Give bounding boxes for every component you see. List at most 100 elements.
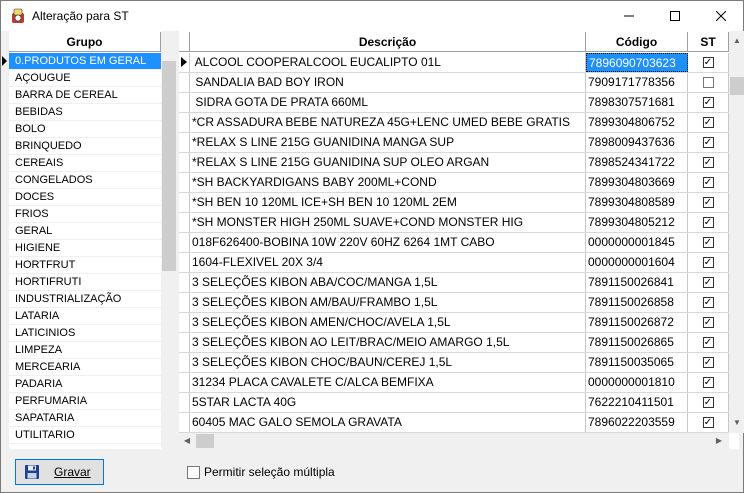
grupo-item[interactable]: GERAL xyxy=(9,223,161,240)
minimize-button[interactable] xyxy=(606,1,652,31)
st-checkbox-unchecked[interactable] xyxy=(702,77,714,88)
cell-codigo[interactable]: 7891150026865 xyxy=(586,333,688,352)
st-checkbox-checked[interactable]: ✓ xyxy=(702,217,714,228)
cell-descricao[interactable]: 018F626400-BOBINA 10W 220V 60HZ 6264 1MT… xyxy=(190,233,586,252)
scroll-right-icon[interactable]: ▶ xyxy=(711,433,727,449)
multi-select-checkbox[interactable]: Permitir seleção múltipla xyxy=(187,465,335,479)
cell-codigo[interactable]: 7891150035065 xyxy=(586,353,688,372)
cell-codigo[interactable]: 7899304806752 xyxy=(586,113,688,132)
table-row[interactable]: 31234 PLACA CAVALETE C/ALCA BEMFIXA 00000… xyxy=(179,373,729,393)
grupo-item[interactable]: PADARIA xyxy=(9,376,161,393)
grupo-item[interactable]: HIGIENE xyxy=(9,240,161,257)
st-checkbox-checked[interactable]: ✓ xyxy=(702,397,714,408)
st-checkbox-checked[interactable]: ✓ xyxy=(702,117,714,128)
cell-codigo[interactable]: 7896090703623 xyxy=(586,53,688,72)
cell-codigo[interactable]: 7898524341722 xyxy=(586,153,688,172)
cell-descricao[interactable]: 3 SELEÇÕES KIBON CHOC/BAUN/CEREJ 1,5L xyxy=(190,353,586,372)
cell-descricao[interactable]: ALCOOL COOPERALCOOL EUCALIPTO 01L xyxy=(190,53,586,72)
st-checkbox-checked[interactable]: ✓ xyxy=(702,297,714,308)
table-row[interactable]: *CR ASSADURA BEBE NATUREZA 45G+LENC UMED… xyxy=(179,113,729,133)
grupo-item[interactable]: HORTIFRUTI xyxy=(9,274,161,291)
table-row[interactable]: *RELAX S LINE 215G GUANIDINA MANGA SUP 78… xyxy=(179,133,729,153)
cell-codigo[interactable]: 7896022203559 xyxy=(586,413,688,432)
cell-descricao[interactable]: SIDRA GOTA DE PRATA 660ML xyxy=(190,93,586,112)
cell-codigo[interactable]: 7909171778356 xyxy=(586,73,688,92)
grupo-item[interactable]: UTILITARIO xyxy=(9,427,161,444)
cell-descricao[interactable]: *SH BACKYARDIGANS BABY 200ML+COND xyxy=(190,173,586,192)
cell-descricao[interactable]: 60405 MAC GALO SEMOLA GRAVATA xyxy=(190,413,586,432)
cell-descricao[interactable]: *RELAX S LINE 215G GUANIDINA MANGA SUP xyxy=(190,133,586,152)
grupo-item[interactable]: BEBIDAS xyxy=(9,104,161,121)
grupo-item[interactable]: PERFUMARIA xyxy=(9,393,161,410)
cell-codigo[interactable]: 7891150026841 xyxy=(586,273,688,292)
st-checkbox-checked[interactable]: ✓ xyxy=(702,57,714,68)
table-row[interactable]: ALCOOL COOPERALCOOL EUCALIPTO 01L 7896090… xyxy=(179,53,729,73)
table-row[interactable]: SANDALIA BAD BOY IRON 7909171778356 xyxy=(179,73,729,93)
cell-descricao[interactable]: 31234 PLACA CAVALETE C/ALCA BEMFIXA xyxy=(190,373,586,392)
cell-descricao[interactable]: *SH MONSTER HIGH 250ML SUAVE+COND MONSTE… xyxy=(190,213,586,232)
grupo-item[interactable]: BRINQUEDO xyxy=(9,138,161,155)
st-checkbox-checked[interactable]: ✓ xyxy=(702,357,714,368)
table-row[interactable]: SIDRA GOTA DE PRATA 660ML 7898307571681 ✓ xyxy=(179,93,729,113)
cell-descricao[interactable]: SANDALIA BAD BOY IRON xyxy=(190,73,586,92)
cell-codigo[interactable]: 7891150026872 xyxy=(586,313,688,332)
grupo-scrollbar[interactable] xyxy=(161,31,177,449)
table-row[interactable]: *SH BACKYARDIGANS BABY 200ML+COND 7899304… xyxy=(179,173,729,193)
table-row[interactable]: *SH MONSTER HIGH 250ML SUAVE+COND MONSTE… xyxy=(179,213,729,233)
grid-hscroll-thumb[interactable] xyxy=(196,434,214,448)
cell-codigo[interactable]: 7899304808589 xyxy=(586,193,688,212)
table-row[interactable]: 018F626400-BOBINA 10W 220V 60HZ 6264 1MT… xyxy=(179,233,729,253)
header-codigo[interactable]: Código xyxy=(586,32,688,51)
st-checkbox-checked[interactable]: ✓ xyxy=(702,337,714,348)
table-row[interactable]: 3 SELEÇÕES KIBON CHOC/BAUN/CEREJ 1,5L 789… xyxy=(179,353,729,373)
grupo-item[interactable]: LATICINIOS xyxy=(9,325,161,342)
grupo-scroll-thumb[interactable] xyxy=(162,61,176,271)
st-checkbox-checked[interactable]: ✓ xyxy=(702,97,714,108)
table-row[interactable]: 1604-FLEXIVEL 20X 3/4 0000000001604 ✓ xyxy=(179,253,729,273)
cell-codigo[interactable]: 0000000001810 xyxy=(586,373,688,392)
cell-descricao[interactable]: *CR ASSADURA BEBE NATUREZA 45G+LENC UMED… xyxy=(190,113,586,132)
st-checkbox-checked[interactable]: ✓ xyxy=(702,157,714,168)
grupo-item[interactable]: MERCEARIA xyxy=(9,359,161,376)
grupo-item[interactable]: BARRA DE CEREAL xyxy=(9,87,161,104)
cell-codigo[interactable]: 7899304803669 xyxy=(586,173,688,192)
grid-vertical-scrollbar[interactable]: ▲ ▼ xyxy=(729,31,744,433)
grupo-item[interactable]: CEREAIS xyxy=(9,155,161,172)
grupo-item[interactable]: BOLO xyxy=(9,121,161,138)
grupo-item[interactable]: FRIOS xyxy=(9,206,161,223)
cell-descricao[interactable]: 3 SELEÇÕES KIBON ABA/COC/MANGA 1,5L xyxy=(190,273,586,292)
st-checkbox-checked[interactable]: ✓ xyxy=(702,197,714,208)
grupo-item[interactable]: HORTFRUT xyxy=(9,257,161,274)
grupo-item[interactable]: 0.PRODUTOS EM GERAL xyxy=(9,53,161,70)
grupo-item[interactable]: DOCES xyxy=(9,189,161,206)
st-checkbox-checked[interactable]: ✓ xyxy=(702,377,714,388)
header-descricao[interactable]: Descrição xyxy=(190,32,586,51)
st-checkbox-checked[interactable]: ✓ xyxy=(702,317,714,328)
grupo-item[interactable]: AÇOUGUE xyxy=(9,70,161,87)
cell-codigo[interactable]: 0000000001845 xyxy=(586,233,688,252)
gravar-button[interactable]: Gravar xyxy=(15,459,104,485)
table-row[interactable]: 5STAR LACTA 40G 7622210411501 ✓ xyxy=(179,393,729,413)
cell-descricao[interactable]: 5STAR LACTA 40G xyxy=(190,393,586,412)
grid-horizontal-scrollbar[interactable]: ◀ ▶ xyxy=(179,433,729,449)
grupo-item[interactable]: SAPATARIA xyxy=(9,410,161,427)
cell-codigo[interactable]: 7899304805212 xyxy=(586,213,688,232)
maximize-button[interactable] xyxy=(652,1,698,31)
grid-vscroll-thumb[interactable] xyxy=(730,77,744,95)
scroll-down-icon[interactable]: ▼ xyxy=(729,415,744,431)
st-checkbox-checked[interactable]: ✓ xyxy=(702,417,714,428)
cell-descricao[interactable]: 1604-FLEXIVEL 20X 3/4 xyxy=(190,253,586,272)
cell-codigo[interactable]: 7891150026858 xyxy=(586,293,688,312)
cell-codigo[interactable]: 7898009437636 xyxy=(586,133,688,152)
cell-descricao[interactable]: 3 SELEÇÕES KIBON AO LEIT/BRAC/MEIO AMARG… xyxy=(190,333,586,352)
st-checkbox-checked[interactable]: ✓ xyxy=(702,237,714,248)
cell-codigo[interactable]: 7898307571681 xyxy=(586,93,688,112)
multi-select-box[interactable] xyxy=(187,465,200,479)
table-row[interactable]: 3 SELEÇÕES KIBON ABA/COC/MANGA 1,5L 78911… xyxy=(179,273,729,293)
st-checkbox-checked[interactable]: ✓ xyxy=(702,177,714,188)
cell-descricao[interactable]: *SH BEN 10 120ML ICE+SH BEN 10 120ML 2EM xyxy=(190,193,586,212)
cell-codigo[interactable]: 0000000001604 xyxy=(586,253,688,272)
table-row[interactable]: *SH BEN 10 120ML ICE+SH BEN 10 120ML 2EM… xyxy=(179,193,729,213)
table-row[interactable]: 3 SELEÇÕES KIBON AMEN/CHOC/AVELA 1,5L 789… xyxy=(179,313,729,333)
table-row[interactable]: 60405 MAC GALO SEMOLA GRAVATA 78960222035… xyxy=(179,413,729,433)
